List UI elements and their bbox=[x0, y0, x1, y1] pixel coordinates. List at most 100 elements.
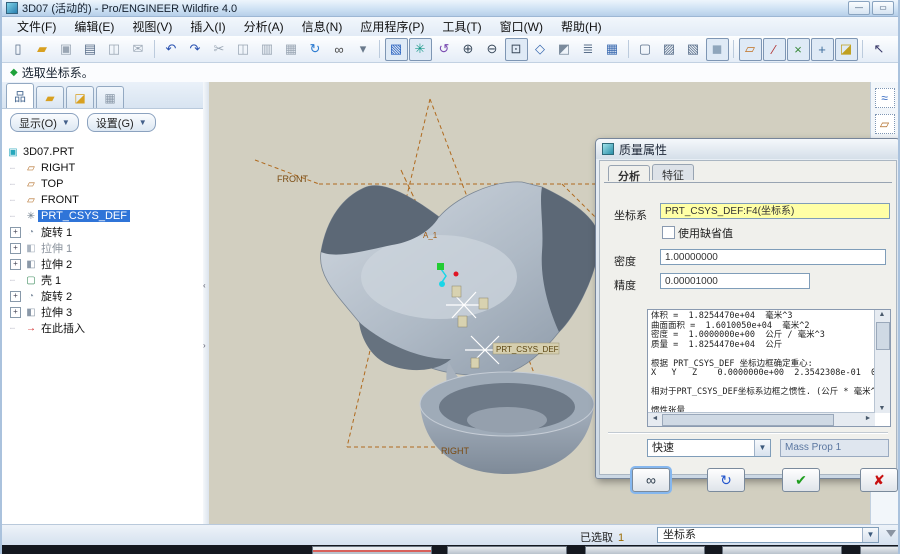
regenerate-icon[interactable]: ↻ bbox=[304, 38, 327, 61]
menu-item-2[interactable]: 视图(V) bbox=[123, 17, 181, 36]
paste-icon[interactable]: ▥ bbox=[256, 38, 279, 61]
print-icon[interactable]: ▤ bbox=[79, 38, 102, 61]
expand-icon[interactable]: + bbox=[10, 243, 21, 254]
appearance-icon[interactable]: ◩ bbox=[553, 38, 576, 61]
wireframe-icon[interactable]: ▢ bbox=[634, 38, 657, 61]
find-icon[interactable]: ∞ bbox=[328, 38, 351, 61]
menu-item-0[interactable]: 文件(F) bbox=[8, 17, 65, 36]
cut-icon[interactable]: ✂ bbox=[208, 38, 231, 61]
compute-button[interactable]: ↻ bbox=[707, 468, 745, 492]
taskbar-item[interactable] bbox=[312, 546, 432, 554]
favorites-tab[interactable]: ◪ bbox=[66, 86, 94, 108]
menu-item-4[interactable]: 分析(A) bbox=[235, 17, 293, 36]
tree-item[interactable]: ┈✳PRT_CSYS_DEF bbox=[2, 208, 203, 224]
layers-icon[interactable]: ≣ bbox=[577, 38, 600, 61]
tree-item[interactable]: ┈▢壳 1 bbox=[2, 272, 203, 288]
selection-filter-dropdown[interactable]: 坐标系 ▼ bbox=[657, 527, 879, 543]
datum-plane-icon[interactable]: ▱ bbox=[875, 114, 895, 134]
minimize-button[interactable]: — bbox=[848, 1, 870, 15]
undo-icon[interactable]: ↶ bbox=[160, 38, 183, 61]
zoom-in-icon[interactable]: ⊕ bbox=[457, 38, 480, 61]
analysis-type-dropdown[interactable]: 快速 ▼ bbox=[647, 439, 771, 457]
expand-icon[interactable]: + bbox=[10, 259, 21, 270]
tree-item[interactable]: +◧拉伸 1 bbox=[2, 240, 203, 256]
scroll-right-icon[interactable]: ► bbox=[861, 415, 875, 422]
orient-mode-icon[interactable]: ↺ bbox=[433, 38, 456, 61]
zoom-out-icon[interactable]: ⊖ bbox=[481, 38, 504, 61]
model-tree-tab[interactable]: 品 bbox=[6, 83, 34, 108]
mass-properties-results[interactable]: 体积 = 1.8254470e+04 毫米^3 曲面面积 = 1.6010050… bbox=[648, 310, 875, 413]
view-manager-icon[interactable]: ▦ bbox=[601, 38, 624, 61]
copy-model-icon[interactable]: ◫ bbox=[103, 38, 126, 61]
menu-item-8[interactable]: 窗口(W) bbox=[491, 17, 552, 36]
chevron-down-icon[interactable]: ▼ bbox=[754, 440, 770, 456]
dialog-tab-1[interactable]: 特征 bbox=[652, 164, 694, 180]
tree-item[interactable]: +◧拉伸 3 bbox=[2, 304, 203, 320]
save-icon[interactable]: ▣ bbox=[55, 38, 78, 61]
cancel-button[interactable]: ✘ bbox=[860, 468, 898, 492]
select-pointer-icon[interactable]: ↖ bbox=[868, 38, 891, 61]
connections-tab[interactable]: ▦ bbox=[96, 86, 124, 108]
sketch-icon[interactable]: ≈ bbox=[875, 88, 895, 108]
tree-settings-button[interactable]: 设置(G) ▼ bbox=[87, 113, 156, 132]
menu-item-1[interactable]: 编辑(E) bbox=[65, 17, 123, 36]
datum-axes-icon[interactable]: ⁄ bbox=[763, 38, 786, 61]
menu-item-7[interactable]: 工具(T) bbox=[433, 17, 490, 36]
csys-field[interactable]: PRT_CSYS_DEF:F4(坐标系) bbox=[660, 203, 890, 219]
no-hidden-icon[interactable]: ▧ bbox=[682, 38, 705, 61]
open-icon[interactable]: ▰ bbox=[31, 38, 54, 61]
menu-item-6[interactable]: 应用程序(P) bbox=[351, 17, 433, 36]
horizontal-scrollbar[interactable]: ◄ ► bbox=[648, 412, 875, 426]
tree-item[interactable]: +◔旋转 2 bbox=[2, 288, 203, 304]
chevron-down-icon[interactable]: ▼ bbox=[862, 528, 878, 542]
select-list-icon[interactable]: ▾ bbox=[352, 38, 375, 61]
vertical-scrollbar[interactable]: ▲ ▼ bbox=[874, 310, 890, 413]
tree-item[interactable]: ┈▱FRONT bbox=[2, 192, 203, 208]
hidden-line-icon[interactable]: ▨ bbox=[658, 38, 681, 61]
tree-item[interactable]: ┈▱RIGHT bbox=[2, 160, 203, 176]
mail-icon[interactable]: ✉ bbox=[127, 38, 150, 61]
preview-button[interactable]: ∞ bbox=[632, 468, 670, 492]
tree-item[interactable]: ▣3D07.PRT bbox=[2, 144, 203, 160]
restore-button[interactable]: ▭ bbox=[872, 1, 894, 15]
tree-item[interactable]: ┈▱TOP bbox=[2, 176, 203, 192]
expand-icon[interactable]: + bbox=[10, 227, 21, 238]
part-geometry[interactable] bbox=[321, 182, 600, 474]
dialog-tab-0[interactable]: 分析 bbox=[608, 165, 650, 181]
menu-item-3[interactable]: 插入(I) bbox=[181, 17, 234, 36]
accuracy-field[interactable]: 0.00001000 bbox=[660, 273, 810, 289]
paste-special-icon[interactable]: ▦ bbox=[280, 38, 303, 61]
scroll-up-icon[interactable]: ▲ bbox=[875, 311, 889, 318]
copy-icon[interactable]: ◫ bbox=[232, 38, 255, 61]
taskbar-item[interactable] bbox=[585, 546, 705, 554]
shading-icon[interactable]: ◼ bbox=[706, 38, 729, 61]
analysis-name-field[interactable]: Mass Prop 1 bbox=[780, 439, 889, 457]
scrollbar-thumb[interactable] bbox=[876, 322, 890, 350]
saved-views-icon[interactable]: ◇ bbox=[529, 38, 552, 61]
new-file-icon[interactable]: ▯ bbox=[7, 38, 30, 61]
datum-points-icon[interactable]: × bbox=[787, 38, 810, 61]
scrollbar-thumb[interactable] bbox=[662, 414, 834, 426]
density-field[interactable]: 1.00000000 bbox=[660, 249, 886, 265]
spin-center-icon[interactable]: ✳ bbox=[409, 38, 432, 61]
datum-planes-icon[interactable]: ▱ bbox=[739, 38, 762, 61]
dialog-title-bar[interactable]: 质量属性 bbox=[596, 139, 900, 159]
annotations-icon[interactable]: ◪ bbox=[835, 38, 858, 61]
folder-browser-tab[interactable]: ▰ bbox=[36, 86, 64, 108]
tree-item[interactable]: ┈→在此插入 bbox=[2, 320, 203, 336]
use-default-checkbox[interactable] bbox=[662, 226, 675, 239]
tree-item[interactable]: +◧拉伸 2 bbox=[2, 256, 203, 272]
scroll-left-icon[interactable]: ◄ bbox=[648, 415, 662, 422]
expand-icon[interactable]: + bbox=[10, 291, 21, 302]
refit-icon[interactable]: ⊡ bbox=[505, 38, 528, 61]
repaint-icon[interactable]: ▧ bbox=[385, 38, 408, 61]
expand-icon[interactable]: + bbox=[10, 307, 21, 318]
taskbar-item[interactable] bbox=[860, 546, 900, 554]
tree-display-button[interactable]: 显示(O) ▼ bbox=[10, 113, 79, 132]
redo-icon[interactable]: ↷ bbox=[184, 38, 207, 61]
taskbar-item[interactable] bbox=[722, 546, 842, 554]
scroll-down-icon[interactable]: ▼ bbox=[875, 405, 889, 412]
tree-item[interactable]: +◔旋转 1 bbox=[2, 224, 203, 240]
datum-csys-icon[interactable]: + bbox=[811, 38, 834, 61]
taskbar-item[interactable] bbox=[447, 546, 567, 554]
